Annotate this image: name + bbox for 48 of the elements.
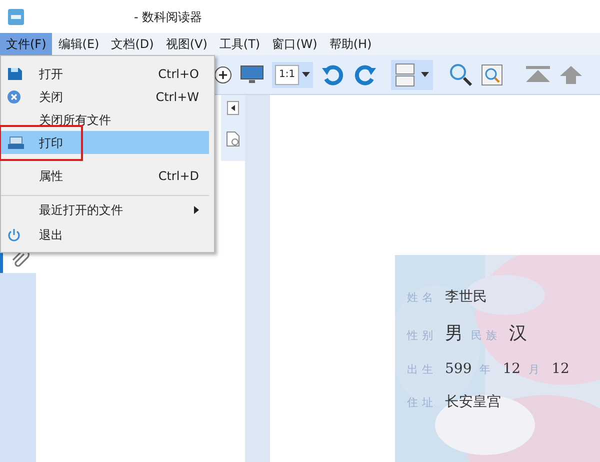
rotate-right-icon[interactable] xyxy=(353,64,378,86)
document-icon[interactable] xyxy=(226,131,240,147)
menu-item[interactable]: 打印 xyxy=(1,131,209,154)
app-icon xyxy=(8,8,24,24)
actual-size-button[interactable]: 1:1 xyxy=(275,64,300,84)
field-label: 出生 xyxy=(407,362,437,378)
menu-item[interactable]: 视图(V) xyxy=(160,33,214,55)
menu-item[interactable]: 编辑(E) xyxy=(52,33,106,55)
menu-item[interactable]: 窗口(W) xyxy=(266,33,324,55)
menu-item[interactable]: 退出 xyxy=(1,223,209,246)
first-page-icon[interactable] xyxy=(525,64,552,84)
field-value: 李世民 xyxy=(445,288,487,307)
page-layout-icon[interactable] xyxy=(395,62,416,86)
field-label: 性别 xyxy=(407,328,437,344)
window-title: - 数科阅读器 xyxy=(134,8,202,26)
caret-icon[interactable] xyxy=(302,72,310,78)
close-icon xyxy=(7,90,21,104)
printer-icon xyxy=(7,136,25,150)
rotate-left-icon[interactable] xyxy=(321,64,346,86)
menu-item[interactable]: 帮助(H) xyxy=(323,33,378,55)
menu-item[interactable]: 关闭 Ctrl+W xyxy=(1,85,209,108)
menu-item[interactable]: 关闭所有文件 xyxy=(1,108,209,131)
search-icon[interactable] xyxy=(449,62,474,86)
field-value: 男 xyxy=(445,322,463,346)
menu-item[interactable]: 工具(T) xyxy=(213,33,266,55)
field-value: 长安皇宫 xyxy=(445,393,501,412)
field-value: 599 xyxy=(445,360,472,379)
caret-icon[interactable] xyxy=(421,72,430,78)
field-label: 年 xyxy=(480,362,495,378)
menu-item[interactable]: 文档(D) xyxy=(105,33,160,55)
field-value: 12 xyxy=(552,360,570,379)
menu-item[interactable]: 最近打开的文件 xyxy=(1,195,209,223)
menu-item[interactable]: 打开 Ctrl+O xyxy=(1,62,209,85)
field-value: 汉 xyxy=(509,322,527,346)
field-label: 月 xyxy=(528,362,544,378)
previous-page-icon[interactable] xyxy=(559,64,584,84)
monitor-icon[interactable] xyxy=(240,64,264,84)
menu-item[interactable]: 文件(F) xyxy=(0,33,52,55)
zoom-area-icon[interactable] xyxy=(481,64,504,86)
power-icon xyxy=(7,228,21,242)
field-value: 12 xyxy=(502,360,521,379)
menu-item[interactable]: 属性 Ctrl+D xyxy=(1,164,209,187)
submenu-arrow-icon xyxy=(194,206,199,214)
collapse-button-icon[interactable] xyxy=(227,101,239,115)
zoom-in-icon[interactable] xyxy=(214,66,232,84)
field-label: 姓名 xyxy=(407,290,437,306)
save-icon xyxy=(7,66,23,80)
field-label: 民族 xyxy=(471,328,501,344)
